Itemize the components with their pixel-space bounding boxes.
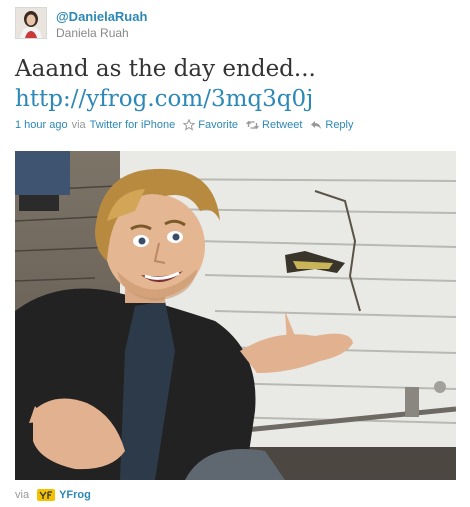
favorite-label: Favorite	[198, 119, 239, 131]
tweet-text-body: Aaand as the day ended...	[15, 56, 316, 82]
client-link[interactable]: Twitter for iPhone	[90, 119, 176, 131]
photo-image	[15, 151, 456, 480]
photo-footer: via YFrog	[15, 489, 91, 501]
tweet-meta: 1 hour ago via Twitter for iPhone Favori…	[15, 119, 354, 131]
footer-via-label: via	[15, 489, 30, 501]
reply-label: Reply	[325, 119, 354, 131]
yfrog-logo-icon	[37, 489, 56, 501]
tweet-link[interactable]: http://yfrog.com/3mq3q0j	[15, 84, 455, 114]
reply-arrow-icon	[311, 121, 322, 129]
favorite-button[interactable]: Favorite	[183, 119, 238, 131]
timestamp-link[interactable]: 1 hour ago	[15, 119, 68, 131]
reply-button[interactable]: Reply	[310, 119, 354, 131]
star-icon	[183, 119, 196, 131]
retweet-label: Retweet	[262, 119, 303, 131]
tweet-text: Aaand as the day ended... http://yfrog.c…	[15, 54, 455, 114]
via-label: via	[71, 119, 86, 131]
user-display-name: Daniela Ruah	[56, 26, 129, 40]
avatar-image	[16, 8, 46, 38]
retweet-icon	[246, 120, 259, 130]
yfrog-source-link[interactable]: YFrog	[59, 489, 91, 501]
user-handle-link[interactable]: @DanielaRuah	[56, 9, 147, 24]
tweet-photo[interactable]	[15, 151, 456, 480]
retweet-button[interactable]: Retweet	[246, 119, 302, 131]
avatar[interactable]	[15, 7, 47, 39]
